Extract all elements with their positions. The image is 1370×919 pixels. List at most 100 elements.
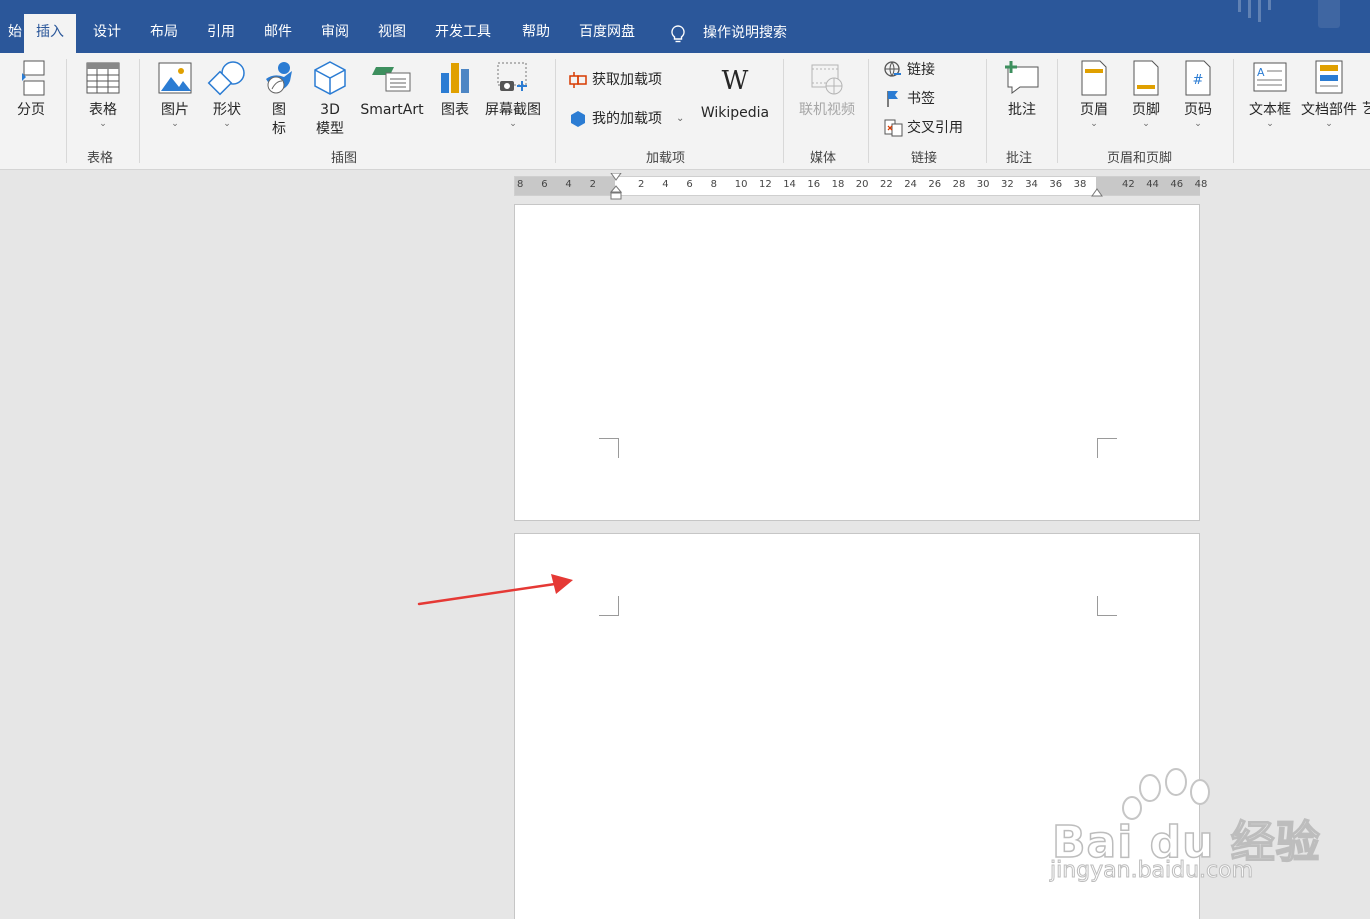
title-decoration (1238, 0, 1271, 22)
chevron-down-icon: ⌄ (1266, 119, 1274, 129)
ruler-tick-label: 46 (1170, 179, 1184, 190)
wikipedia-icon: W (721, 66, 749, 96)
ribbon-insert: 分页 表格 ⌄ 表格 图片 ⌄ 形状 ⌄ 图 标 3D 模型 SmartArt … (0, 53, 1370, 170)
picture-button[interactable]: 图片 ⌄ (152, 59, 198, 129)
bookmark-flag-icon (887, 91, 898, 107)
ruler-tick-label: 48 (1194, 179, 1208, 190)
ribbon-separator (139, 59, 140, 163)
link-button[interactable]: 链接 (883, 60, 935, 80)
chevron-down-icon: ⌄ (99, 119, 107, 129)
smartart-icon (372, 67, 411, 92)
ruler-tick-label: 44 (1146, 179, 1159, 190)
right-indent-marker-icon[interactable] (1091, 187, 1103, 197)
tab-5[interactable]: 邮件 (252, 14, 304, 53)
table-icon (86, 62, 120, 94)
chevron-down-icon: ⌄ (223, 119, 231, 129)
chevron-down-icon: ⌄ (509, 119, 517, 129)
ribbon-separator (1057, 59, 1058, 163)
indent-marker-icon[interactable] (610, 173, 622, 201)
ruler-tick-label: 8 (517, 179, 524, 190)
svg-text:A: A (1257, 66, 1265, 79)
textbox-button[interactable]: A 文本框 ⌄ (1245, 59, 1295, 129)
tab-4[interactable]: 引用 (195, 14, 247, 53)
picture-icon (158, 62, 192, 94)
table-button[interactable]: 表格 ⌄ (80, 59, 126, 129)
header-icon (1081, 60, 1107, 96)
lightbulb-icon (671, 25, 685, 43)
horizontal-ruler[interactable]: 8 6 4 2 2 4 6 8 10 12 14 16 18 20 22 24 26 28 30 32 34 36 38 42… (514, 173, 1207, 200)
watermark-url: jingyan.baidu.com (1049, 858, 1254, 884)
chevron-down-icon: ⌄ (1090, 119, 1098, 129)
smartart-button[interactable]: SmartArt (357, 59, 427, 120)
tab-8[interactable]: 开发工具 (423, 14, 503, 53)
ruler-tick-label: 4 (565, 179, 572, 190)
group-label-tables: 表格 (87, 151, 114, 166)
ribbon-separator (986, 59, 987, 163)
my-addins-button[interactable]: 我的加载项 ⌄ (568, 109, 684, 129)
tab-2[interactable]: 设计 (81, 14, 133, 53)
chevron-down-icon: ⌄ (676, 113, 685, 124)
chevron-down-icon: ⌄ (1194, 119, 1202, 129)
wordart-button-partial[interactable]: 艺 (1362, 100, 1370, 119)
get-addins-button[interactable]: 获取加载项 (568, 70, 662, 90)
ribbon-separator (555, 59, 556, 163)
document-page-1[interactable] (514, 204, 1200, 521)
bar-chart-icon (441, 63, 469, 93)
icons-button[interactable]: 图 标 (256, 59, 302, 139)
header-button[interactable]: 页眉 ⌄ (1072, 59, 1116, 129)
globe-link-icon (884, 61, 901, 77)
margin-corner-mark (599, 596, 619, 616)
shapes-icon (207, 61, 245, 96)
comment-add-icon (1005, 61, 1039, 94)
3d-model-button[interactable]: 3D 模型 (307, 59, 353, 139)
ruler-tick-label: 6 (541, 179, 548, 190)
shapes-button[interactable]: 形状 ⌄ (204, 59, 250, 129)
tab-7[interactable]: 视图 (366, 14, 418, 53)
title-decoration-block (1318, 0, 1340, 28)
store-icon (569, 72, 587, 88)
chevron-down-icon: ⌄ (171, 119, 179, 129)
margin-corner-mark (1097, 438, 1117, 458)
ribbon-separator (66, 59, 67, 163)
margin-corner-mark (599, 438, 619, 458)
chart-button[interactable]: 图表 (432, 59, 478, 120)
tab-1[interactable]: 插入 (24, 14, 76, 53)
tab-3[interactable]: 布局 (138, 14, 190, 53)
annotation-arrow-icon (417, 574, 573, 606)
group-label-comments: 批注 (1006, 151, 1033, 166)
ruler-tick-label: 32 (1001, 179, 1014, 190)
footer-button[interactable]: 页脚 ⌄ (1124, 59, 1168, 129)
ruler-tick-label: 42 (1122, 179, 1135, 190)
ruler-tick-label: 36 (1049, 179, 1063, 190)
online-video-icon (811, 64, 843, 95)
ruler-tick-label: 16 (807, 179, 821, 190)
tab-9[interactable]: 帮助 (510, 14, 562, 53)
footer-icon (1133, 60, 1159, 96)
tab-6[interactable]: 审阅 (309, 14, 361, 53)
bookmark-button[interactable]: 书签 (883, 89, 935, 109)
tab-10[interactable]: 百度网盘 (567, 14, 647, 53)
group-label-links: 链接 (911, 151, 938, 166)
textbox-icon: A (1253, 62, 1287, 92)
ruler-tick-label: 30 (976, 179, 990, 190)
ribbon-separator (1233, 59, 1234, 163)
ruler-tick-label: 8 (710, 179, 717, 190)
ruler-tick-label: 2 (638, 179, 645, 190)
margin-corner-mark (1097, 596, 1117, 616)
page-break-button[interactable]: 分页 (2, 59, 56, 120)
screenshot-button[interactable]: 屏幕截图 ⌄ (480, 59, 546, 129)
group-label-header-footer: 页眉和页脚 (1107, 151, 1173, 166)
cube-icon (314, 61, 346, 95)
online-video-button[interactable]: 联机视频 (794, 59, 860, 120)
ruler-tick-label: 2 (589, 179, 596, 190)
ruler-tick-label: 18 (831, 179, 845, 190)
quick-parts-button[interactable]: 文档部件 ⌄ (1297, 59, 1361, 129)
new-comment-button[interactable]: 批注 (998, 59, 1046, 120)
page-number-icon: # (1185, 60, 1211, 96)
ruler-tick-label: 34 (1025, 179, 1038, 190)
wikipedia-button[interactable]: W Wikipedia (697, 66, 773, 123)
tell-me-search[interactable]: 操作说明搜索 (703, 14, 787, 52)
cross-reference-button[interactable]: 交叉引用 (883, 118, 963, 138)
page-number-button[interactable]: # 页码 ⌄ (1176, 59, 1220, 129)
chevron-down-icon: ⌄ (1325, 119, 1333, 129)
